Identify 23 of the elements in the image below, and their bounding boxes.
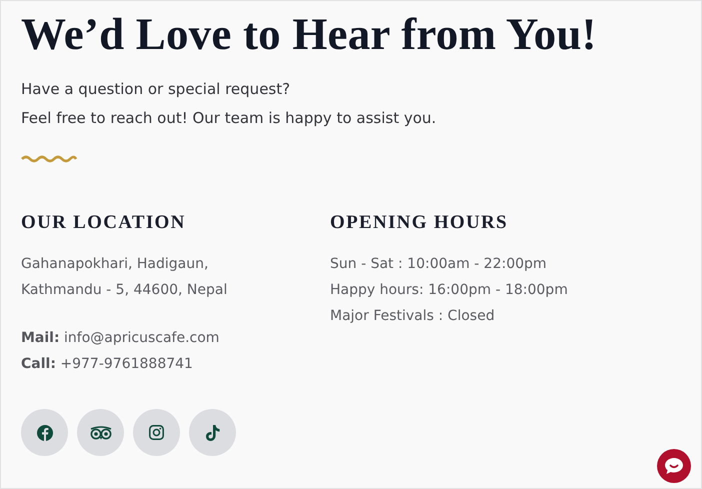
- intro-text: Feel free to reach out! Our team is happy to assist you.: [21, 108, 438, 129]
- chat-button[interactable]: [657, 449, 691, 483]
- page-title: We’d Love to Hear from You!: [21, 8, 598, 61]
- social-button[interactable]: [133, 409, 180, 456]
- speech-bubble-icon: [664, 457, 684, 475]
- address-text: Gahanapokhari, Hadigaun,: [21, 255, 210, 274]
- owl-eyes-icon: [90, 426, 112, 440]
- section-heading: OPENING HOURS: [330, 211, 509, 235]
- intro-text: Have a question or special request?: [21, 79, 292, 100]
- section-heading: OUR LOCATION: [21, 211, 187, 235]
- hours-text: Sun - Sat : 10:00am - 22:00pm: [330, 255, 548, 274]
- social-button[interactable]: [77, 409, 124, 456]
- music-note-icon: [206, 424, 220, 440]
- wave-divider-icon: [21, 155, 77, 163]
- hours-text: Major Festivals : Closed: [330, 307, 496, 326]
- contact-text: Call: +977-9761888741: [21, 355, 194, 374]
- address-text: Kathmandu - 5, 44600, Nepal: [21, 281, 228, 300]
- social-button[interactable]: [21, 409, 68, 456]
- f-logo-icon: [36, 424, 52, 440]
- hours-text: Happy hours: 16:00pm - 18:00pm: [330, 281, 569, 300]
- camera-icon: [149, 425, 164, 440]
- social-button[interactable]: [189, 409, 236, 456]
- contact-text: Mail: info@apricuscafe.com: [21, 329, 220, 348]
